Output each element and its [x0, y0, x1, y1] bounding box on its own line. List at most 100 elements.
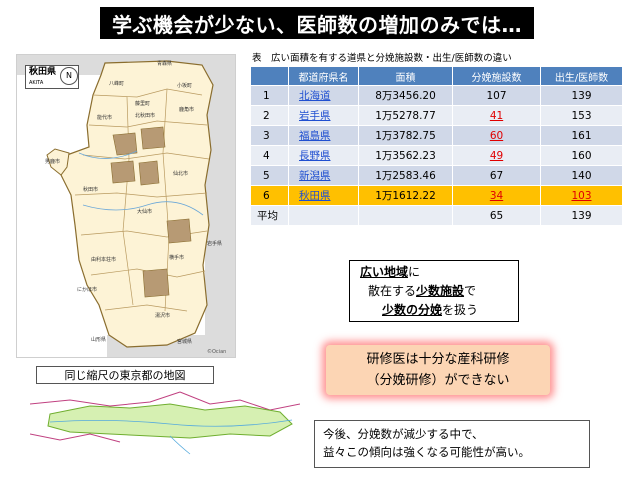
- cell-rank: 1: [250, 85, 289, 106]
- cell-ratio: 140: [540, 165, 623, 186]
- table-row: 3 福島県 1万3782.75 60 161: [250, 125, 623, 146]
- col-header-facilities: 分娩施設数: [452, 66, 541, 86]
- prefecture-link[interactable]: 新潟県: [299, 170, 331, 182]
- place-kitaakita: 北秋田市: [135, 112, 155, 119]
- cell-empty: [358, 205, 453, 226]
- compass-icon: N: [60, 67, 78, 85]
- table-row: 4 長野県 1万3562.23 49 160: [250, 145, 623, 166]
- prefecture-table: 都道府県名 面積 分娩施設数 出生/医師数 1 北海道 8万3456.20 10…: [250, 66, 623, 226]
- col-header-rank: [250, 66, 289, 86]
- note-text: で: [464, 284, 477, 298]
- note-emphasis: 少数の分娩: [382, 303, 443, 317]
- cell-prefecture: 新潟県: [288, 165, 359, 186]
- akita-map: 青森県 八峰町 藤里町 小坂町 能代市 北秋田市 鹿角市 男鹿市 秋田市 仙北市…: [16, 54, 236, 358]
- tokyo-map: [30, 391, 300, 455]
- cell-rank: 5: [250, 165, 289, 186]
- cell-area: 8万3456.20: [358, 85, 453, 106]
- map-copyright: ©Ocian: [207, 348, 226, 355]
- prefecture-link[interactable]: 長野県: [299, 150, 331, 162]
- cell-facilities: 49: [452, 145, 541, 166]
- outlook-box: 今後、分娩数が減少する中で、 益々この傾向は強くなる可能性が高い。: [314, 420, 590, 468]
- cell-facilities: 60: [452, 125, 541, 146]
- cell-area: 1万3782.75: [358, 125, 453, 146]
- place-nikaho: にかほ市: [77, 286, 97, 293]
- wide-area-note: 広い地域に 散在する少数施設で 少数の分娩を扱う: [349, 260, 519, 322]
- warning-line-1: 研修医は十分な産科研修: [366, 352, 510, 367]
- cell-prefecture: 北海道: [288, 85, 359, 106]
- place-daisen: 大仙市: [137, 208, 152, 215]
- note-emphasis: 広い地域: [360, 265, 409, 279]
- cell-facilities: 34: [452, 185, 541, 206]
- outlook-line-1: 今後、分娩数が減少する中で、: [323, 427, 484, 441]
- cell-ratio: 139: [540, 85, 623, 106]
- place-akita-city: 秋田市: [83, 186, 98, 193]
- cell-facilities: 41: [452, 105, 541, 126]
- prefecture-link[interactable]: 北海道: [299, 90, 331, 102]
- place-yokote: 横手市: [169, 254, 184, 261]
- prefecture-link[interactable]: 福島県: [299, 130, 331, 142]
- cell-facilities: 107: [452, 85, 541, 106]
- place-iwate: 岩手県: [207, 240, 222, 247]
- col-header-ratio: 出生/医師数: [540, 66, 623, 86]
- table-row: 5 新潟県 1万2583.46 67 140: [250, 165, 623, 186]
- place-oga: 男鹿市: [45, 158, 60, 165]
- place-yuzawa: 湯沢市: [155, 312, 170, 319]
- cell-facilities: 67: [452, 165, 541, 186]
- col-header-area: 面積: [358, 66, 453, 86]
- cell-empty: [288, 205, 359, 226]
- tokyo-area-shape: [47, 403, 293, 439]
- cell-area: 1万1612.22: [358, 185, 453, 206]
- note-line-3: 少数の分娩を扱う: [354, 301, 514, 320]
- cell-ratio: 103: [540, 185, 623, 206]
- note-emphasis: 少数施設: [416, 284, 465, 298]
- place-miyagi: 宮城県: [177, 338, 192, 345]
- table-row: 2 岩手県 1万5278.77 41 153: [250, 105, 623, 126]
- place-aomori: 青森県: [157, 60, 172, 67]
- training-warning-box: 研修医は十分な産科研修 （分娩研修）ができない: [326, 345, 550, 395]
- place-kosaka: 小坂町: [177, 82, 192, 89]
- cell-area: 1万5278.77: [358, 105, 453, 126]
- tokyo-map-caption: 同じ縮尺の東京都の地図: [36, 366, 214, 384]
- prefecture-link[interactable]: 秋田県: [299, 190, 331, 202]
- col-header-prefecture: 都道府県名: [288, 66, 359, 86]
- note-text: に: [408, 265, 421, 279]
- slide-title: 学ぶ機会が少ない、医師数の増加のみでは…: [100, 7, 534, 39]
- place-happo: 八峰町: [109, 80, 124, 87]
- note-line-1: 広い地域に: [354, 263, 514, 282]
- cell-facilities: 65: [452, 205, 541, 226]
- cell-rank: 3: [250, 125, 289, 146]
- cell-prefecture: 長野県: [288, 145, 359, 166]
- prefecture-link[interactable]: 岩手県: [299, 110, 331, 122]
- cell-area: 1万3562.23: [358, 145, 453, 166]
- place-kazuno: 鹿角市: [179, 106, 194, 113]
- cell-ratio: 161: [540, 125, 623, 146]
- akita-map-graphic: 青森県 八峰町 藤里町 小坂町 能代市 北秋田市 鹿角市 男鹿市 秋田市 仙北市…: [17, 55, 235, 357]
- place-senboku: 仙北市: [173, 170, 188, 177]
- table-row: 1 北海道 8万3456.20 107 139: [250, 85, 623, 106]
- cell-average-label: 平均: [250, 205, 289, 226]
- table-header-row: 都道府県名 面積 分娩施設数 出生/医師数: [250, 66, 623, 86]
- cell-rank: 6: [250, 185, 289, 206]
- map-title: 秋田県: [29, 67, 57, 77]
- note-text: 散在する: [368, 284, 417, 298]
- outlook-line-2: 益々この傾向は強くなる可能性が高い。: [323, 445, 530, 459]
- table-caption: 表 広い面積を有する道県と分娩施設数・出生/医師数の違い: [252, 53, 512, 64]
- cell-prefecture: 秋田県: [288, 185, 359, 206]
- cell-ratio: 139: [540, 205, 623, 226]
- cell-rank: 2: [250, 105, 289, 126]
- cell-prefecture: 岩手県: [288, 105, 359, 126]
- note-text: を扱う: [442, 303, 479, 317]
- cell-prefecture: 福島県: [288, 125, 359, 146]
- cell-rank: 4: [250, 145, 289, 166]
- place-fujisato: 藤里町: [135, 100, 150, 107]
- place-yurihonjo: 由利本荘市: [91, 256, 116, 263]
- warning-line-2: （分娩研修）ができない: [366, 373, 510, 388]
- table-row-highlighted: 6 秋田県 1万1612.22 34 103: [250, 185, 623, 206]
- note-line-2: 散在する少数施設で: [354, 282, 514, 301]
- cell-area: 1万2583.46: [358, 165, 453, 186]
- cell-ratio: 160: [540, 145, 623, 166]
- cell-ratio: 153: [540, 105, 623, 126]
- place-noshiro: 能代市: [97, 114, 112, 121]
- place-yamagata: 山形県: [91, 336, 106, 343]
- table-row-average: 平均 65 139: [250, 205, 623, 226]
